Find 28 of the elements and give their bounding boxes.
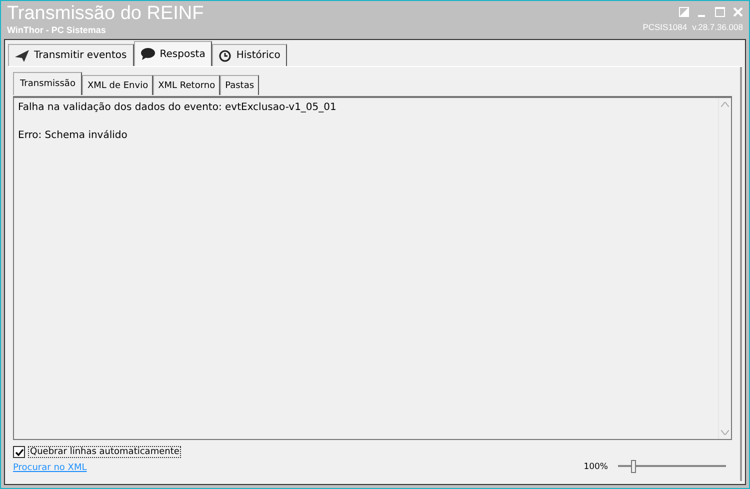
response-text-area[interactable]: Falha na validação dos dados do evento: evtExclusao-v1_05_01 Erro: Schema inválido (13, 96, 732, 440)
response-line: Erro: Schema inválido (18, 130, 128, 141)
zoom-reading: 100% (584, 462, 608, 472)
scroll-up-icon[interactable] (721, 102, 729, 107)
checkbox[interactable] (13, 446, 25, 458)
window-title: Transmissão do REINF (7, 3, 204, 25)
slider-thumb[interactable] (631, 460, 636, 473)
close-icon[interactable] (733, 7, 743, 17)
maximize-icon[interactable] (715, 7, 725, 17)
checkbox-label[interactable]: Quebrar linhas automaticamente (28, 446, 182, 458)
scroll-down-icon[interactable] (721, 430, 729, 435)
paper-plane-icon (15, 50, 29, 62)
program-code: PCSIS1084 (642, 22, 688, 32)
tab[interactable]: Pastas (220, 75, 260, 95)
tab[interactable]: Resposta (134, 41, 212, 66)
window-subtitle: WinThor - PC Sistemas (7, 25, 107, 35)
clock-icon (219, 50, 232, 62)
theme-icon[interactable] (679, 7, 689, 17)
tab[interactable]: Transmitir eventos (8, 44, 134, 66)
tab[interactable]: XML de Envio (82, 75, 154, 95)
zoom-slider[interactable] (618, 460, 726, 473)
response-line: Falha na validação dos dados do evento: evtExclusao-v1_05_01 (18, 102, 336, 113)
tab[interactable]: Transmissão (13, 72, 82, 95)
scrollbar[interactable] (718, 98, 731, 439)
tab[interactable]: XML Retorno (153, 75, 220, 95)
speech-bubble-icon (140, 48, 155, 60)
tab[interactable]: Histórico (212, 44, 288, 66)
version-label: v.28.7.36.008 (692, 22, 743, 32)
